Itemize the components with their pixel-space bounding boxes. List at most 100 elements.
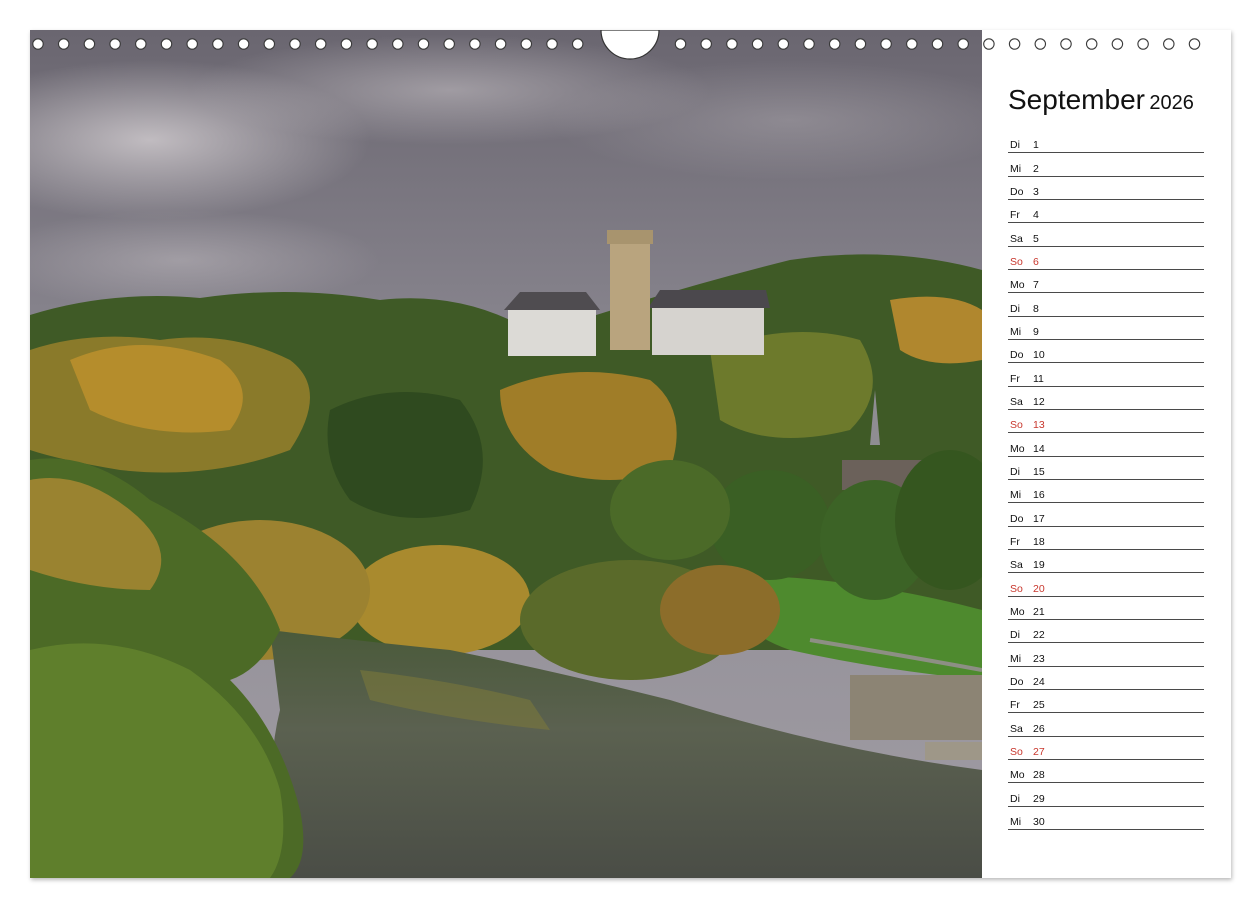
day-row: Mo 28 xyxy=(1008,760,1204,784)
day-number: 21 xyxy=(1033,605,1045,618)
binding-hole xyxy=(906,38,918,50)
day-row: Fr 25 xyxy=(1008,690,1204,714)
weekday-label: Sa xyxy=(1010,232,1023,245)
day-row: Sa 12 xyxy=(1008,387,1204,410)
weekday-label: Do xyxy=(1010,185,1024,198)
day-number: 25 xyxy=(1033,699,1045,712)
day-number: 2 xyxy=(1033,162,1039,175)
day-number: 5 xyxy=(1033,232,1039,245)
weekday-label: Fr xyxy=(1010,535,1020,548)
binding-hole xyxy=(828,38,841,50)
binding-hole xyxy=(777,38,790,50)
binding-hole xyxy=(469,38,481,50)
day-row: Mo 7 xyxy=(1008,270,1204,294)
binding-hole xyxy=(571,38,584,50)
binding-hole xyxy=(32,38,44,50)
binding-hole xyxy=(854,38,867,50)
day-row: Mi 23 xyxy=(1008,643,1204,667)
binding-hole xyxy=(57,38,70,50)
day-row: Mi 9 xyxy=(1008,317,1204,340)
binding-hole xyxy=(803,38,815,50)
day-number: 1 xyxy=(1033,139,1039,152)
binding-hole xyxy=(880,38,892,50)
day-row: Mo 14 xyxy=(1008,433,1204,457)
weekday-label: Mo xyxy=(1010,279,1025,292)
binding-hole xyxy=(160,38,173,50)
day-row: Mi 16 xyxy=(1008,480,1204,504)
weekday-label: Fr xyxy=(1010,372,1020,385)
day-row: Do 24 xyxy=(1008,667,1204,690)
day-row: So 6 xyxy=(1008,247,1204,270)
weekday-label: Mi xyxy=(1010,162,1022,175)
day-row: Mi 30 xyxy=(1008,807,1204,830)
day-number: 22 xyxy=(1033,629,1045,642)
day-number: 27 xyxy=(1033,745,1045,758)
weekday-label: So xyxy=(1010,745,1023,758)
weekday-label: Fr xyxy=(1010,699,1020,712)
day-row: So 13 xyxy=(1008,410,1204,434)
weekday-label: Di xyxy=(1010,792,1020,805)
day-row: Mo 21 xyxy=(1008,597,1204,620)
weekday-label: Mi xyxy=(1010,652,1022,665)
day-number: 4 xyxy=(1033,209,1039,222)
hanger-cutout xyxy=(600,30,660,60)
day-number: 30 xyxy=(1033,815,1045,828)
weekday-label: So xyxy=(1010,419,1023,432)
day-row: Di 1 xyxy=(1008,130,1204,154)
day-number: 8 xyxy=(1033,302,1039,315)
day-row: So 20 xyxy=(1008,573,1204,597)
weekday-label: Do xyxy=(1010,349,1024,362)
landscape-photo xyxy=(30,30,982,878)
day-number: 19 xyxy=(1033,559,1045,572)
day-row: Sa 5 xyxy=(1008,223,1204,247)
day-row: Fr 11 xyxy=(1008,363,1204,387)
binding-hole xyxy=(546,38,558,50)
day-row: Mi 2 xyxy=(1008,153,1204,177)
day-list: Di 1 Mi 2 Do 3 Fr 4 Sa 5 So 6 Mo 7 Di 8 Mi 9 Do 10 Fr 11 Sa 12 S… xyxy=(1008,130,1204,830)
month-name: September xyxy=(1008,84,1145,115)
day-number: 23 xyxy=(1033,652,1045,665)
weekday-label: Mi xyxy=(1010,325,1022,338)
binding-hole xyxy=(366,38,378,50)
binding-hole xyxy=(392,38,404,50)
day-number: 3 xyxy=(1033,185,1039,198)
weekday-label: Di xyxy=(1010,302,1020,315)
day-row: Di 29 xyxy=(1008,783,1204,807)
binding-hole xyxy=(237,38,250,50)
day-row: Di 15 xyxy=(1008,457,1204,480)
day-row: Sa 26 xyxy=(1008,713,1204,737)
weekday-label: Do xyxy=(1010,675,1024,688)
weekday-label: Mo xyxy=(1010,605,1025,618)
day-number: 13 xyxy=(1033,419,1045,432)
weekday-label: Mi xyxy=(1010,489,1022,502)
binding-hole xyxy=(109,38,121,50)
day-row: Fr 18 xyxy=(1008,527,1204,550)
weekday-label: Di xyxy=(1010,139,1020,152)
day-number: 6 xyxy=(1033,255,1039,268)
weekday-label: Sa xyxy=(1010,559,1023,572)
binding-hole xyxy=(289,38,301,50)
binding-hole xyxy=(212,38,224,50)
weekday-label: Mo xyxy=(1010,442,1025,455)
day-number: 11 xyxy=(1033,372,1044,385)
day-number: 17 xyxy=(1033,512,1045,525)
binding-hole xyxy=(314,38,327,50)
day-number: 29 xyxy=(1033,792,1045,805)
weekday-label: So xyxy=(1010,582,1023,595)
day-number: 15 xyxy=(1033,465,1045,478)
weekday-label: Sa xyxy=(1010,722,1023,735)
day-row: Di 8 xyxy=(1008,293,1204,317)
binding-hole xyxy=(186,38,198,50)
day-number: 10 xyxy=(1033,349,1045,362)
calendar-page: September 2026 Di 1 Mi 2 Do 3 Fr 4 Sa 5 So 6 Mo 7 Di 8 M… xyxy=(30,30,1231,878)
binding-hole xyxy=(931,38,944,50)
month-title: September 2026 xyxy=(1008,84,1194,116)
calendar-panel: September 2026 Di 1 Mi 2 Do 3 Fr 4 Sa 5 So 6 Mo 7 Di 8 M… xyxy=(1008,30,1204,878)
day-row: Do 3 xyxy=(1008,177,1204,200)
binding-hole xyxy=(983,38,995,50)
day-number: 18 xyxy=(1033,535,1045,548)
day-number: 26 xyxy=(1033,722,1045,735)
weekday-label: Mi xyxy=(1010,815,1022,828)
day-number: 16 xyxy=(1033,489,1045,502)
weekday-label: Mo xyxy=(1010,769,1025,782)
